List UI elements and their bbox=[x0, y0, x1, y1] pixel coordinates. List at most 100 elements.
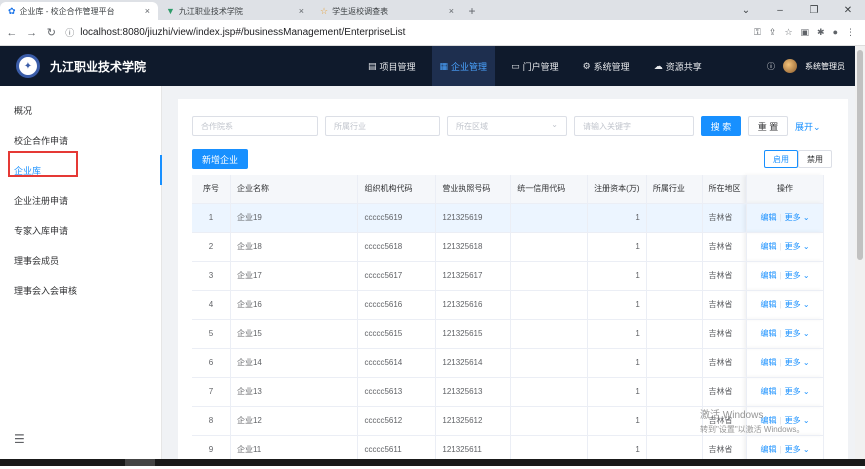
cell-name: 企业14 bbox=[230, 348, 359, 378]
url-field[interactable]: ⓘ localhost:8080/jiuzhi/view/index.jsp#/… bbox=[65, 24, 754, 42]
scrollbar-thumb[interactable] bbox=[857, 50, 863, 260]
cell-org: ccccc5618 bbox=[357, 232, 437, 262]
add-enterprise-button[interactable]: 新增企业 bbox=[192, 149, 248, 169]
more-link[interactable]: 更多 ⌄ bbox=[785, 329, 810, 338]
minimize-button[interactable]: – bbox=[763, 5, 797, 16]
industry-input[interactable]: 所属行业 bbox=[325, 116, 440, 136]
cell-region: 吉林省 bbox=[702, 261, 748, 291]
disable-button[interactable]: 禁用 bbox=[798, 150, 832, 168]
cell-idx: 2 bbox=[192, 232, 231, 262]
top-menu: ▤ 项目管理 ▦ 企业管理 ▭ 门户管理 ⚙ 系统管理 ☁ 资源共享 bbox=[360, 46, 718, 86]
edit-link[interactable]: 编辑 bbox=[761, 300, 777, 309]
table-row[interactable]: 7 企业13 ccccc5613 121325613 1 吉林省 编辑 | 更多 ⌄ bbox=[192, 377, 824, 407]
edit-link[interactable]: 编辑 bbox=[761, 387, 777, 396]
menu-item-enterprise[interactable]: ▦ 企业管理 bbox=[431, 46, 496, 86]
sidebar-item-enterprise-library[interactable]: 企业库 bbox=[0, 151, 162, 185]
table-row[interactable]: 4 企业16 ccccc5616 121325616 1 吉林省 编辑 | 更多 ⌄ bbox=[192, 290, 824, 320]
separator: | bbox=[779, 271, 782, 280]
page-scrollbar[interactable] bbox=[855, 46, 865, 466]
separator: | bbox=[779, 358, 782, 367]
more-link[interactable]: 更多 ⌄ bbox=[785, 300, 810, 309]
search-button[interactable]: 搜 索 bbox=[701, 116, 741, 136]
restore-button[interactable]: ❐ bbox=[797, 5, 831, 16]
table-row[interactable]: 2 企业18 ccccc5618 121325618 1 吉林省 编辑 | 更多 ⌄ bbox=[192, 232, 824, 262]
edit-link[interactable]: 编辑 bbox=[761, 329, 777, 338]
close-tab-icon[interactable]: × bbox=[449, 6, 454, 16]
edit-link[interactable]: 编辑 bbox=[761, 213, 777, 222]
menu-item-label: 企业管理 bbox=[451, 61, 488, 72]
cell-industry bbox=[646, 261, 703, 291]
menu-item-resource[interactable]: ☁ 资源共享 bbox=[646, 46, 710, 86]
avatar[interactable] bbox=[783, 59, 797, 73]
more-link[interactable]: 更多 ⌄ bbox=[785, 358, 810, 367]
close-window-button[interactable]: ✕ bbox=[831, 5, 865, 16]
user-name[interactable]: 系统管理员 bbox=[805, 61, 845, 72]
edit-link[interactable]: 编辑 bbox=[761, 445, 777, 454]
cloud-icon: ☁ bbox=[653, 60, 663, 71]
more-link[interactable]: 更多 ⌄ bbox=[785, 213, 810, 222]
key-icon[interactable]: ⚿ bbox=[754, 27, 761, 38]
enable-button[interactable]: 启用 bbox=[764, 150, 798, 168]
taskbar-button[interactable] bbox=[125, 459, 155, 466]
more-link[interactable]: 更多 ⌄ bbox=[785, 387, 810, 396]
input-placeholder: 所属行业 bbox=[334, 121, 366, 131]
region-select[interactable]: 所在区域 ⌄ bbox=[447, 116, 567, 136]
menu-item-project[interactable]: ▤ 项目管理 bbox=[360, 46, 424, 86]
collapse-menu-icon[interactable]: ☰ bbox=[14, 432, 25, 446]
cell-actions: 编辑 | 更多 ⌄ bbox=[746, 377, 824, 407]
expand-link[interactable]: 展开⌄ bbox=[795, 120, 821, 133]
keyword-input[interactable]: 请输入关键字 bbox=[574, 116, 694, 136]
reload-icon[interactable]: ↻ bbox=[44, 26, 60, 39]
help-icon[interactable]: ⓘ bbox=[767, 61, 775, 72]
more-link[interactable]: 更多 ⌄ bbox=[785, 445, 810, 454]
watermark-line2: 转到"设置"以激活 Windows。 bbox=[700, 425, 805, 434]
close-tab-icon[interactable]: × bbox=[145, 6, 150, 16]
extension-icon[interactable]: ▣ bbox=[801, 27, 810, 38]
sidebar-item-council-review[interactable]: 理事会入会审核 bbox=[0, 275, 161, 305]
close-tab-icon[interactable]: × bbox=[299, 6, 304, 16]
edit-link[interactable]: 编辑 bbox=[761, 242, 777, 251]
table-row[interactable]: 1 企业19 ccccc5619 121325619 1 吉林省 编辑 | 更多 ⌄ bbox=[192, 203, 824, 233]
new-tab-button[interactable]: + bbox=[462, 2, 482, 20]
profile-icon[interactable]: ● bbox=[833, 27, 838, 38]
table-row[interactable]: 6 企业14 ccccc5614 121325614 1 吉林省 编辑 | 更多 ⌄ bbox=[192, 348, 824, 378]
edit-link[interactable]: 编辑 bbox=[761, 271, 777, 280]
share-icon[interactable]: ⇪ bbox=[769, 27, 777, 38]
browser-tab-school[interactable]: ▼ 九江职业技术学院 × bbox=[158, 2, 312, 20]
more-link[interactable]: 更多 ⌄ bbox=[785, 242, 810, 251]
tab-search-icon[interactable]: ⌄ bbox=[729, 5, 763, 16]
browser-toolbar: ⚿ ⇪ ☆ ▣ ✱ ● ⋮ bbox=[754, 27, 865, 38]
sidebar-item-overview[interactable]: 概况 bbox=[0, 95, 161, 125]
cell-capital: 1 bbox=[587, 232, 647, 262]
reset-button[interactable]: 重 置 bbox=[748, 116, 788, 136]
edit-link[interactable]: 编辑 bbox=[761, 358, 777, 367]
cell-name: 企业12 bbox=[230, 406, 359, 436]
cell-industry bbox=[646, 377, 703, 407]
browser-tab-enterprise[interactable]: ✿ 企业库 - 校企合作管理平台 × bbox=[0, 2, 158, 20]
sidebar-item-expert-apply[interactable]: 专家入库申请 bbox=[0, 215, 161, 245]
cell-industry bbox=[646, 319, 703, 349]
sidebar-item-enterprise-register[interactable]: 企业注册申请 bbox=[0, 185, 161, 215]
cell-credit bbox=[510, 377, 589, 407]
more-link[interactable]: 更多 ⌄ bbox=[785, 271, 810, 280]
chevron-down-icon: ⌄ bbox=[802, 387, 810, 396]
table-row[interactable]: 5 企业15 ccccc5615 121325615 1 吉林省 编辑 | 更多 ⌄ bbox=[192, 319, 824, 349]
table-row[interactable]: 3 企业17 ccccc5617 121325617 1 吉林省 编辑 | 更多 ⌄ bbox=[192, 261, 824, 291]
cell-lic: 121325619 bbox=[435, 203, 512, 233]
puzzle-icon[interactable]: ✱ bbox=[817, 27, 825, 38]
cell-lic: 121325616 bbox=[435, 290, 512, 320]
bookmark-star-icon[interactable]: ☆ bbox=[784, 27, 792, 38]
cell-credit bbox=[510, 203, 589, 233]
taskbar bbox=[0, 459, 865, 466]
sidebar-item-council-members[interactable]: 理事会成员 bbox=[0, 245, 161, 275]
menu-item-system[interactable]: ⚙ 系统管理 bbox=[575, 46, 638, 86]
back-arrow-icon[interactable]: ← bbox=[4, 27, 20, 39]
browser-menu-icon[interactable]: ⋮ bbox=[846, 27, 855, 38]
cell-idx: 6 bbox=[192, 348, 231, 378]
forward-arrow-icon[interactable]: → bbox=[24, 27, 40, 39]
browser-tab-survey[interactable]: ☆ 学生返校调查表 × bbox=[312, 2, 462, 20]
menu-item-portal[interactable]: ▭ 门户管理 bbox=[503, 46, 567, 86]
column-header: 所在地区 bbox=[702, 175, 748, 204]
info-icon[interactable]: ⓘ bbox=[65, 26, 74, 39]
partner-school-input[interactable]: 合作院系 bbox=[192, 116, 318, 136]
